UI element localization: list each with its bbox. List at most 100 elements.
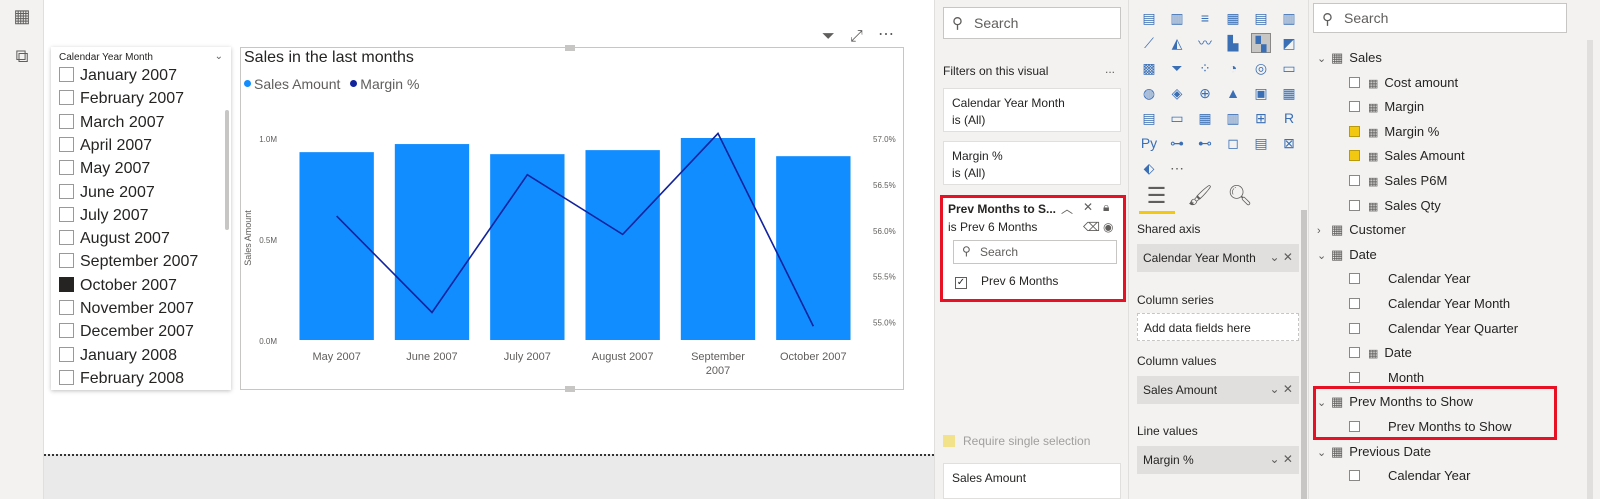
slicer-scrollbar[interactable] <box>225 110 229 230</box>
chevron-down-icon[interactable]: ⌄ <box>1317 52 1331 65</box>
visual-type-icon[interactable]: ⊷ <box>1195 133 1215 153</box>
checkbox-icon[interactable] <box>59 323 74 339</box>
visual-type-icon[interactable]: ▩ <box>1139 58 1159 78</box>
checkbox-icon[interactable] <box>59 206 74 222</box>
chevron-down-icon[interactable]: ⌄ <box>215 51 223 62</box>
visual-type-icon[interactable]: ▭ <box>1279 58 1299 78</box>
visual-type-icon[interactable]: ▚ <box>1251 33 1271 53</box>
line-values-well[interactable]: Margin % ⌄ ✕ <box>1137 446 1299 474</box>
visual-type-icon[interactable]: ⁘ <box>1195 58 1215 78</box>
checkbox-icon[interactable] <box>1349 175 1360 186</box>
visual-type-icon[interactable]: ▥ <box>1223 108 1243 128</box>
slicer-item[interactable]: December 2007 <box>59 323 194 343</box>
field-row[interactable]: ▦ Sales Qty <box>1349 198 1441 220</box>
visual-type-icon[interactable]: 〰 <box>1195 33 1215 53</box>
visual-type-icon[interactable]: ⊞ <box>1251 108 1271 128</box>
model-view-icon[interactable]: ⧉ <box>12 46 32 66</box>
active-filter-search[interactable]: ⚲ Search <box>953 240 1117 264</box>
visual-type-icon[interactable]: ▲ <box>1223 83 1243 103</box>
require-single-selection[interactable]: Require single selection <box>943 434 1090 448</box>
resize-handle-bottom[interactable] <box>565 386 575 392</box>
viz-scrollbar[interactable] <box>1301 210 1307 499</box>
checkbox-checked-icon[interactable]: ✓ <box>955 277 967 289</box>
visual-type-icon[interactable]: ⊶ <box>1167 133 1187 153</box>
combo-chart[interactable]: Sales in the last months Sales Amount Ma… <box>240 45 904 392</box>
slicer-item[interactable]: February 2007 <box>59 90 184 110</box>
visual-type-icon[interactable]: Py <box>1139 133 1159 153</box>
eye-icon[interactable]: ◉ <box>1103 220 1113 234</box>
visual-type-icon[interactable]: ⊠ <box>1279 133 1299 153</box>
column-series-well[interactable]: Add data fields here <box>1137 313 1299 341</box>
slicer-item[interactable]: April 2007 <box>59 136 152 157</box>
fields-scrollbar[interactable] <box>1587 40 1593 499</box>
slicer-item[interactable]: June 2007 <box>59 183 155 204</box>
field-row[interactable]: Calendar Year <box>1349 468 1470 490</box>
slicer-item[interactable]: October 2007 <box>59 276 177 297</box>
column-values-well[interactable]: Sales Amount ⌄ ✕ <box>1137 376 1299 404</box>
slicer-item[interactable]: February 2008 <box>59 369 184 390</box>
visual-type-icon[interactable]: ⊕ <box>1195 83 1215 103</box>
fields-search[interactable]: ⚲ Search <box>1313 3 1567 33</box>
visual-type-icon[interactable]: ≡ <box>1195 8 1215 28</box>
close-icon[interactable]: ✕ <box>1083 200 1093 214</box>
chevron-down-icon[interactable]: ⌄ <box>1317 249 1331 262</box>
visual-type-icon[interactable]: ▣ <box>1251 83 1271 103</box>
field-table-row[interactable]: ⌄ ▦ Date <box>1317 247 1377 269</box>
visual-type-icon[interactable]: R <box>1279 108 1299 128</box>
chevron-down-icon[interactable]: ⌄ <box>1317 446 1331 459</box>
checkbox-icon[interactable] <box>59 346 74 362</box>
visual-type-icon[interactable]: ◈ <box>1167 83 1187 103</box>
chevron-close-icon[interactable]: ⌄ ✕ <box>1270 250 1293 264</box>
checkbox-icon[interactable] <box>1349 273 1360 285</box>
focus-mode-icon[interactable]: ⤢ <box>850 28 863 46</box>
checkbox-icon[interactable] <box>59 183 74 199</box>
visual-type-icon[interactable]: ▤ <box>1139 108 1159 128</box>
visual-type-icon[interactable]: ◍ <box>1139 83 1159 103</box>
checkbox-icon[interactable] <box>1349 298 1360 309</box>
visual-type-icon[interactable]: ▤ <box>1251 133 1271 153</box>
checkbox-icon[interactable] <box>59 160 74 176</box>
lock-icon[interactable]: 🔒︎ <box>1103 200 1109 215</box>
checkbox-checked-icon[interactable] <box>1349 150 1360 162</box>
checkbox-icon[interactable] <box>1349 371 1360 383</box>
slicer-item[interactable]: September 2007 <box>59 253 198 273</box>
format-paint-roller-icon[interactable]: 🖌︎ <box>1185 183 1215 213</box>
checkbox-icon[interactable] <box>59 253 74 269</box>
field-row[interactable]: ▦ Sales P6M <box>1349 173 1447 195</box>
fields-well-icon[interactable]: ☰ <box>1139 183 1174 213</box>
visual-type-icon[interactable]: ⏷ <box>1167 58 1187 78</box>
field-row[interactable]: ▦ Cost amount <box>1349 75 1458 97</box>
field-row[interactable]: ▦ Margin % <box>1349 124 1439 146</box>
table-view-icon[interactable]: ▦ <box>12 6 32 26</box>
visual-type-icon[interactable]: ◔ <box>1223 58 1243 78</box>
visual-type-icon[interactable]: ▦ <box>1279 83 1299 103</box>
checkbox-icon[interactable] <box>1349 470 1360 482</box>
filter-card-margin[interactable]: Margin % is (All) <box>943 141 1121 185</box>
month-slicer[interactable]: Calendar Year Month ⌄ January 2007 Februa… <box>51 47 231 390</box>
chevron-close-icon[interactable]: ⌄ ✕ <box>1270 452 1293 466</box>
field-table-row[interactable]: › ▦ Customer <box>1317 222 1406 244</box>
slicer-item[interactable]: March 2007 <box>59 113 165 134</box>
slicer-item[interactable]: May 2007 <box>59 160 150 180</box>
checkbox-icon[interactable] <box>59 113 74 129</box>
visual-type-icon[interactable]: ▦ <box>1195 108 1215 128</box>
visual-type-icon[interactable]: ◩ <box>1279 33 1299 53</box>
more-visuals-icon[interactable]: ⋯ <box>1167 158 1187 178</box>
chevron-close-icon[interactable]: ⌄ ✕ <box>1270 382 1293 396</box>
visual-type-icon[interactable]: ▥ <box>1279 8 1299 28</box>
checkbox-checked-icon[interactable] <box>59 276 74 292</box>
slicer-item[interactable]: January 2008 <box>59 346 177 367</box>
checkbox-icon[interactable] <box>1349 322 1360 334</box>
more-options-icon[interactable]: ⋯ <box>878 24 894 44</box>
field-row[interactable]: ▦ Margin <box>1349 99 1424 121</box>
analytics-magnifier-icon[interactable]: 🔍︎ <box>1225 183 1255 213</box>
visual-type-icon[interactable]: ▭ <box>1167 108 1187 128</box>
shared-axis-well[interactable]: Calendar Year Month ⌄ ✕ <box>1137 244 1299 272</box>
filter-icon[interactable]: ⏷ <box>822 28 835 46</box>
visual-type-icon[interactable]: ⟋ <box>1139 33 1159 53</box>
visual-type-icon[interactable]: ▙ <box>1223 33 1243 53</box>
more-options-icon[interactable]: ... <box>1105 62 1115 76</box>
filter-card-sales-amount[interactable]: Sales Amount <box>943 463 1121 499</box>
field-row[interactable]: ▦ Date <box>1349 345 1412 367</box>
checkbox-icon[interactable] <box>1349 76 1360 88</box>
